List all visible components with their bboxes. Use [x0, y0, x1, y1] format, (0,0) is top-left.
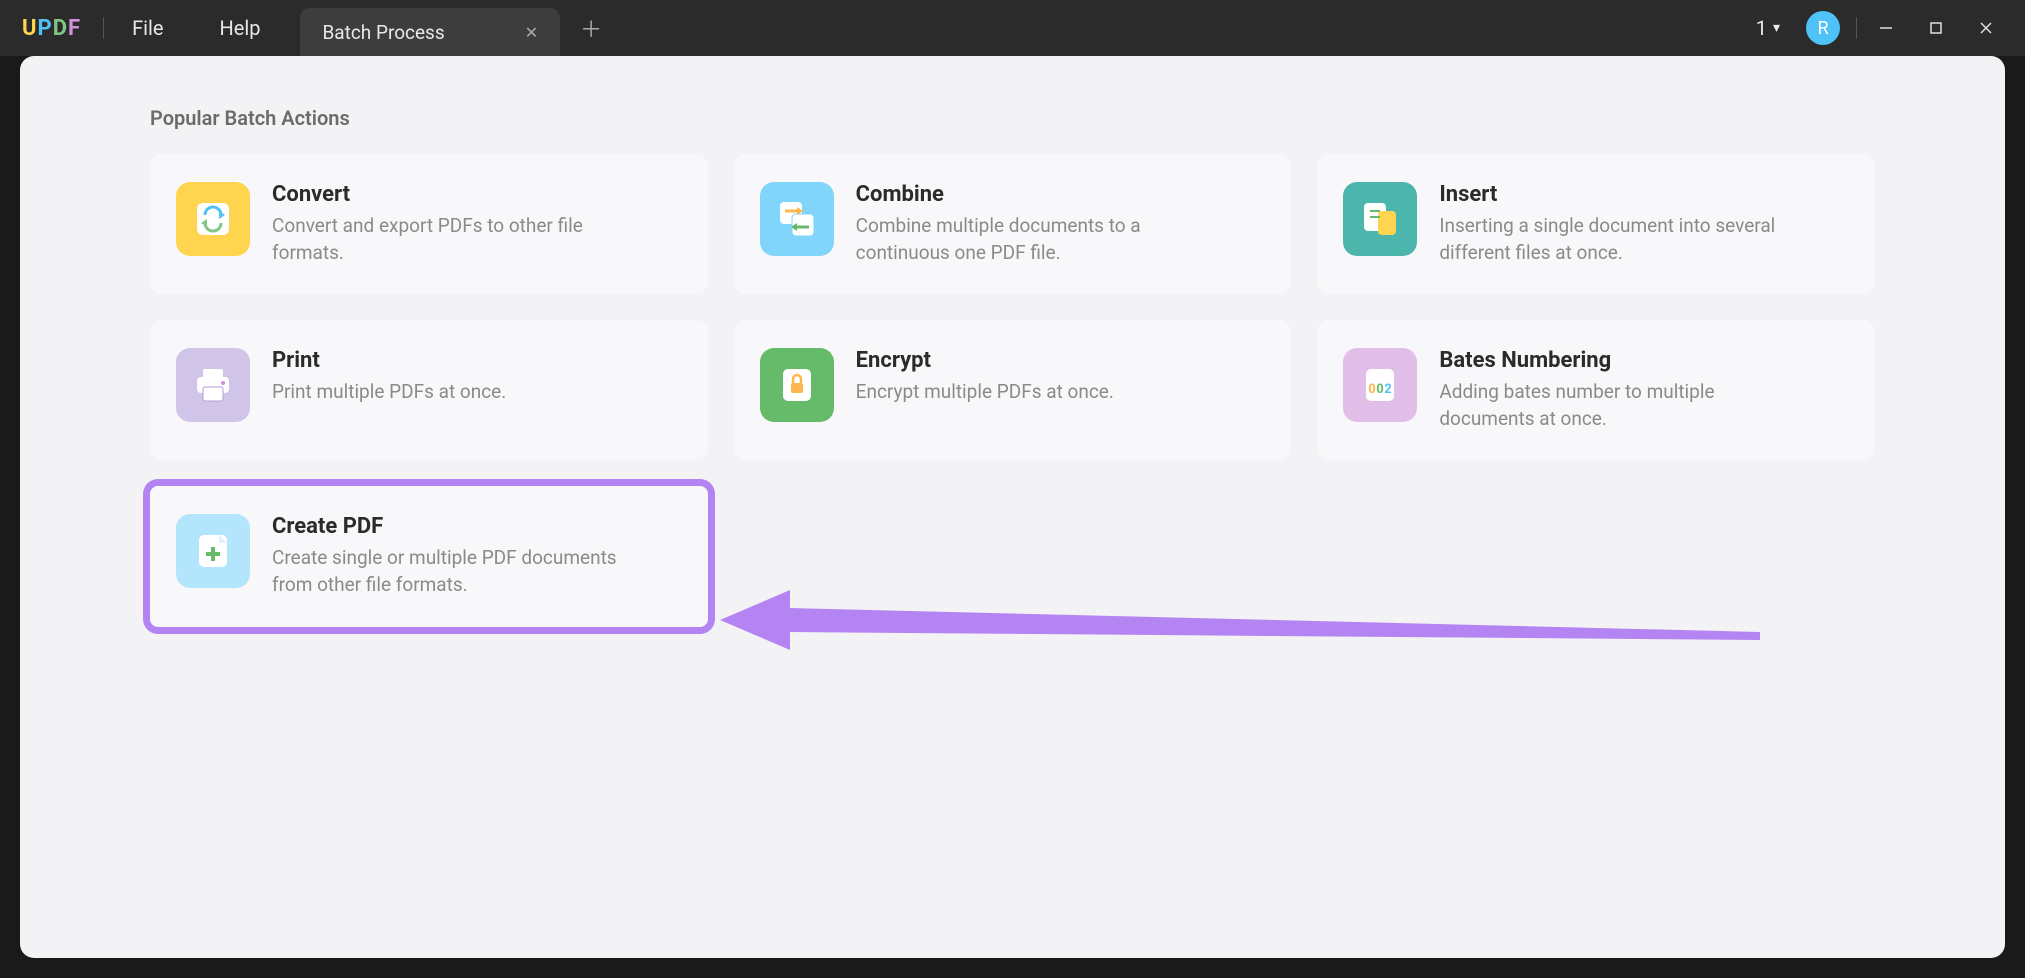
- insert-icon: [1343, 182, 1417, 256]
- menu-bar: File Help: [104, 16, 288, 40]
- minimize-button[interactable]: [1865, 12, 1907, 44]
- close-button[interactable]: [1965, 12, 2007, 44]
- action-card-convert[interactable]: Convert Convert and export PDFs to other …: [150, 154, 708, 294]
- titlebar: UPDF File Help Batch Process ✕ ＋ 1 ▾ R: [0, 0, 2025, 56]
- card-description: Adding bates number to multiple document…: [1439, 379, 1809, 432]
- close-icon[interactable]: ✕: [525, 23, 538, 42]
- maximize-button[interactable]: [1915, 12, 1957, 44]
- tab-count-label: 1: [1756, 16, 1767, 40]
- action-card-insert[interactable]: Insert Inserting a single document into s…: [1317, 154, 1875, 294]
- add-tab-button[interactable]: ＋: [560, 12, 622, 44]
- action-card-combine[interactable]: Combine Combine multiple documents to a c…: [734, 154, 1292, 294]
- card-title: Create PDF: [272, 514, 682, 539]
- action-card-print[interactable]: Print Print multiple PDFs at once.: [150, 320, 708, 460]
- convert-icon: [176, 182, 250, 256]
- svg-text:2: 2: [1385, 382, 1392, 397]
- svg-text:0: 0: [1377, 382, 1384, 397]
- card-title: Insert: [1439, 182, 1849, 207]
- print-icon: [176, 348, 250, 422]
- card-description: Encrypt multiple PDFs at once.: [856, 379, 1226, 406]
- bates-icon: 002: [1343, 348, 1417, 422]
- encrypt-icon: [760, 348, 834, 422]
- card-title: Print: [272, 348, 682, 373]
- tab-batch-process[interactable]: Batch Process ✕: [300, 8, 560, 56]
- card-title: Convert: [272, 182, 682, 207]
- section-title: Popular Batch Actions: [150, 106, 1875, 130]
- card-description: Inserting a single document into several…: [1439, 213, 1809, 266]
- card-description: Create single or multiple PDF documents …: [272, 545, 642, 598]
- avatar[interactable]: R: [1806, 11, 1840, 45]
- card-title: Combine: [856, 182, 1266, 207]
- tab-title: Batch Process: [322, 21, 444, 44]
- menu-help[interactable]: Help: [191, 16, 288, 40]
- tab-count-dropdown[interactable]: 1 ▾: [1746, 16, 1790, 40]
- menu-file[interactable]: File: [104, 16, 191, 40]
- svg-text:0: 0: [1369, 382, 1376, 397]
- divider: [1856, 17, 1857, 39]
- action-card-create-pdf[interactable]: Create PDF Create single or multiple PDF …: [150, 486, 708, 626]
- card-description: Print multiple PDFs at once.: [272, 379, 642, 406]
- action-card-bates-numbering[interactable]: 002 Bates Numbering Adding bates number to…: [1317, 320, 1875, 460]
- card-description: Combine multiple documents to a continuo…: [856, 213, 1226, 266]
- action-card-encrypt[interactable]: Encrypt Encrypt multiple PDFs at once.: [734, 320, 1292, 460]
- card-title: Encrypt: [856, 348, 1266, 373]
- chevron-down-icon: ▾: [1773, 20, 1780, 36]
- main-content: Popular Batch Actions Convert Convert and…: [20, 56, 2005, 958]
- card-description: Convert and export PDFs to other file fo…: [272, 213, 642, 266]
- create-pdf-icon: [176, 514, 250, 588]
- app-logo: UPDF: [0, 16, 103, 41]
- card-title: Bates Numbering: [1439, 348, 1849, 373]
- actions-grid: Convert Convert and export PDFs to other …: [150, 154, 1875, 627]
- combine-icon: [760, 182, 834, 256]
